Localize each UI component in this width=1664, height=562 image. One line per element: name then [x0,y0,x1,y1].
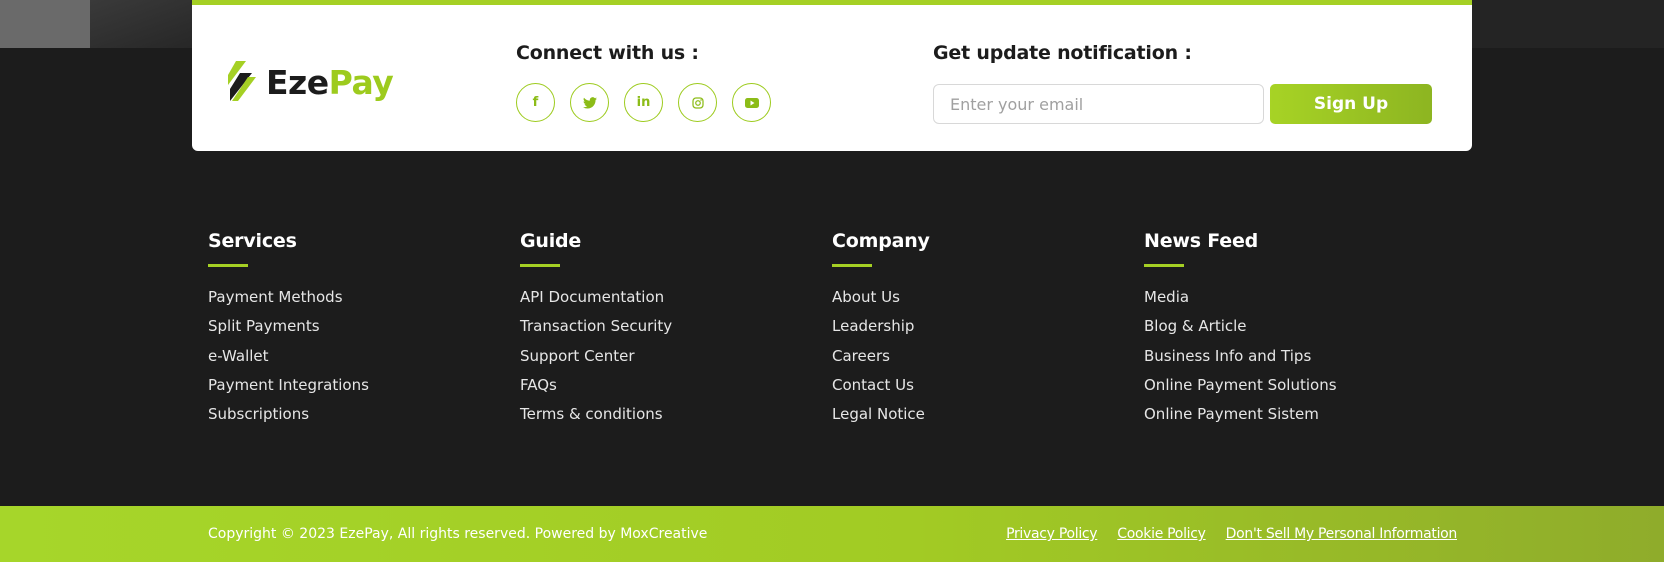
email-input[interactable] [933,84,1264,124]
footer-link[interactable]: Support Center [520,347,672,377]
column-title: Company [832,230,930,252]
footer-column-guide: Guide API Documentation Transaction Secu… [520,230,672,435]
column-title: Guide [520,230,582,252]
footer-link[interactable]: Careers [832,347,930,377]
column-title: Services [208,230,297,252]
footer-link[interactable]: About Us [832,288,930,318]
footer-link[interactable]: Terms & conditions [520,406,672,435]
copyright-text: Copyright © 2023 EzePay, All rights rese… [208,526,708,542]
linkedin-icon[interactable]: in [624,83,663,122]
footer-link[interactable]: Online Payment Solutions [1144,376,1337,406]
privacy-policy-link[interactable]: Privacy Policy [1006,526,1098,542]
footer-link[interactable]: API Documentation [520,288,672,318]
newsletter-card: EzePay Connect with us : f in Get update… [192,0,1472,151]
footer-link[interactable]: Business Info and Tips [1144,347,1337,377]
footer-link[interactable]: Media [1144,288,1337,318]
column-title: News Feed [1144,230,1259,252]
footer-link[interactable]: Transaction Security [520,318,672,347]
signup-button[interactable]: Sign Up [1270,84,1432,124]
footer-column-news-feed: News Feed Media Blog & Article Business … [1144,230,1337,435]
connect-title: Connect with us : [516,42,699,64]
facebook-icon[interactable]: f [516,83,555,122]
title-underline [832,264,872,267]
footer-column-company: Company About Us Leadership Careers Cont… [832,230,930,435]
legal-links: Privacy Policy Cookie Policy Don't Sell … [1006,526,1457,542]
youtube-icon[interactable] [732,83,771,122]
instagram-icon[interactable] [678,83,717,122]
hero-image-shadow [90,0,200,48]
title-underline [1144,264,1184,267]
title-underline [208,264,248,267]
footer-link[interactable]: e-Wallet [208,347,369,377]
footer-link[interactable]: Subscriptions [208,406,369,435]
copyright-bar: Copyright © 2023 EzePay, All rights rese… [0,506,1664,562]
logo-wordmark: EzePay [266,62,394,102]
footer-link[interactable]: Online Payment Sistem [1144,406,1337,435]
do-not-sell-link[interactable]: Don't Sell My Personal Information [1226,526,1458,542]
footer-link[interactable]: Payment Integrations [208,376,369,406]
logo-text-eze: Eze [266,62,329,102]
ezepay-logo[interactable]: EzePay [222,57,394,107]
cookie-policy-link[interactable]: Cookie Policy [1117,526,1206,542]
footer-column-services: Services Payment Methods Split Payments … [208,230,369,435]
ezepay-logo-icon [228,61,256,101]
footer-link[interactable]: Payment Methods [208,288,369,318]
notification-title: Get update notification : [933,42,1192,64]
logo-text-pay: Pay [328,62,394,102]
footer-link[interactable]: Leadership [832,318,930,347]
hero-image-fragment [0,0,100,48]
footer-link[interactable]: Split Payments [208,318,369,347]
footer-link[interactable]: Blog & Article [1144,318,1337,347]
footer-link[interactable]: FAQs [520,376,672,406]
title-underline [520,264,560,267]
social-links: f in [516,83,771,122]
footer-link[interactable]: Contact Us [832,376,930,406]
twitter-icon[interactable] [570,83,609,122]
footer-link[interactable]: Legal Notice [832,406,930,435]
